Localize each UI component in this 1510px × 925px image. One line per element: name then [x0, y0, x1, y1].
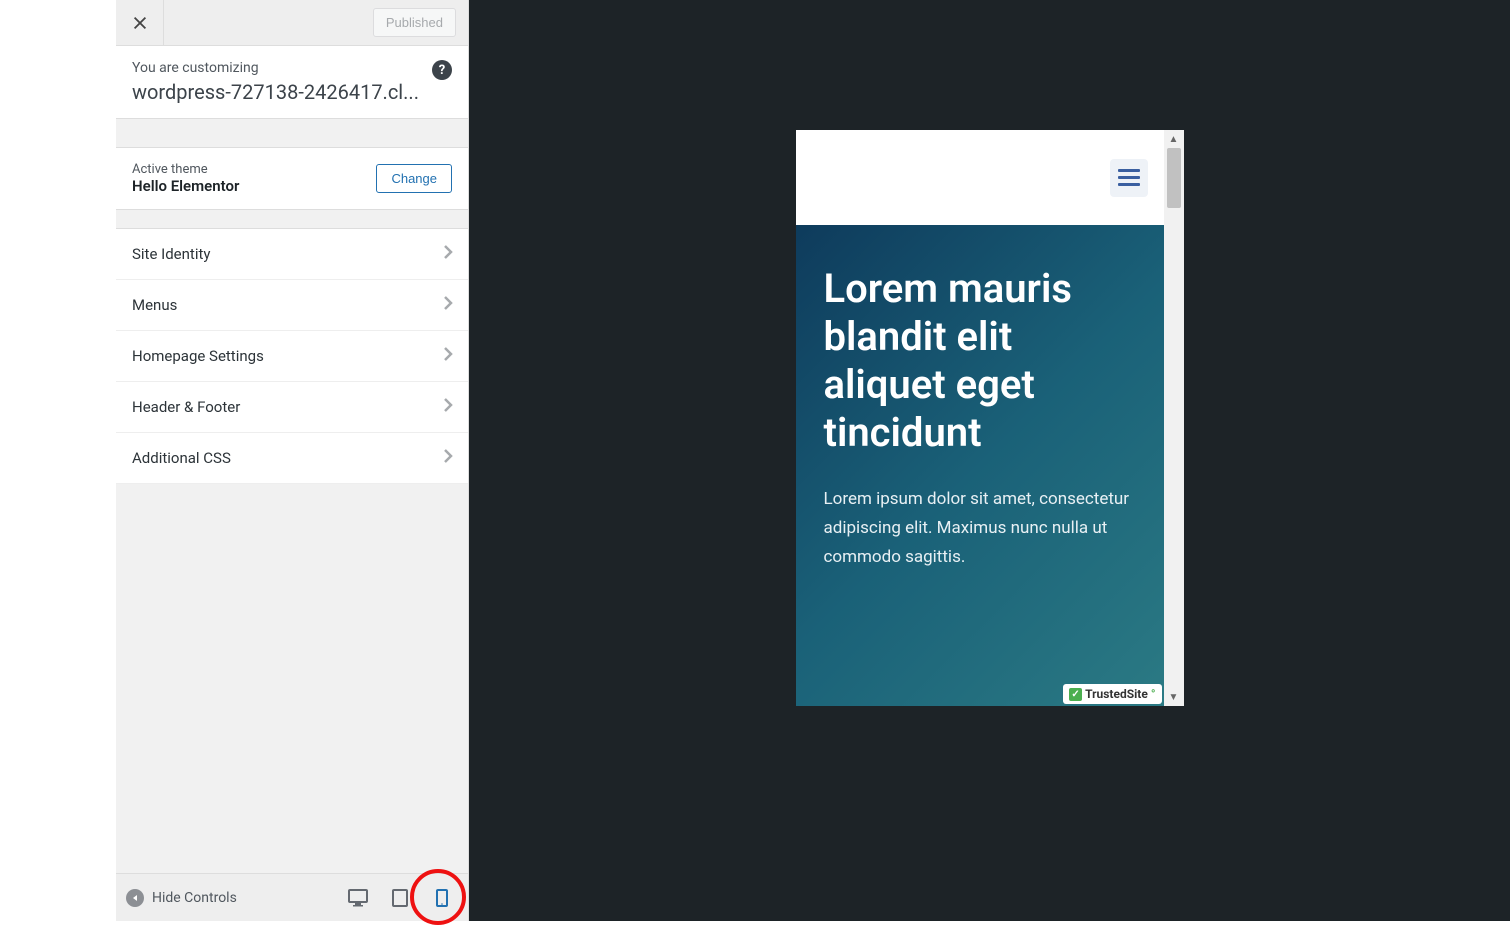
scroll-thumb[interactable]: [1167, 148, 1181, 208]
active-theme-block: Active theme Hello Elementor Change: [116, 147, 468, 210]
help-icon[interactable]: ?: [432, 60, 452, 80]
menu-label: Site Identity: [132, 245, 210, 263]
tablet-preview-button[interactable]: [384, 882, 416, 914]
menu-label: Additional CSS: [132, 449, 231, 467]
chevron-right-icon: [442, 447, 454, 469]
mobile-icon: [436, 889, 448, 907]
menu-site-identity[interactable]: Site Identity: [116, 228, 468, 280]
active-theme-label: Active theme: [132, 162, 239, 177]
theme-name: Hello Elementor: [132, 177, 239, 195]
trusted-label: TrustedSite: [1085, 687, 1148, 701]
menu-menus[interactable]: Menus: [116, 280, 468, 331]
customizer-sidebar: Published You are customizing wordpress-…: [116, 0, 469, 921]
hero-section: Lorem mauris blandit elit aliquet eget t…: [796, 225, 1164, 706]
tablet-icon: [392, 889, 408, 907]
trusted-site-badge[interactable]: ✓ TrustedSite°: [1063, 684, 1161, 704]
customizing-label: You are customizing: [132, 60, 452, 76]
scroll-up-icon[interactable]: ▲: [1164, 130, 1184, 148]
scroll-down-icon[interactable]: ▼: [1164, 688, 1184, 706]
check-icon: ✓: [1069, 688, 1082, 701]
chevron-right-icon: [442, 243, 454, 265]
chevron-right-icon: [442, 345, 454, 367]
hide-controls-label: Hide Controls: [152, 890, 237, 906]
desktop-icon: [348, 889, 368, 907]
preview-scrollbar[interactable]: ▲ ▼: [1164, 130, 1184, 706]
menu-label: Menus: [132, 296, 177, 314]
customizer-menu: Site Identity Menus Homepage Settings He…: [116, 228, 468, 484]
spacer: [116, 210, 468, 228]
mobile-preview-frame: Lorem mauris blandit elit aliquet eget t…: [796, 130, 1184, 706]
menu-label: Homepage Settings: [132, 347, 264, 365]
hamburger-line: [1118, 176, 1140, 179]
chevron-right-icon: [442, 396, 454, 418]
spacer: [116, 119, 468, 147]
hero-text: Lorem ipsum dolor sit amet, consectetur …: [824, 485, 1136, 572]
change-theme-button[interactable]: Change: [376, 164, 452, 193]
blank-margin: [0, 0, 116, 921]
menu-label: Header & Footer: [132, 398, 240, 416]
mobile-content[interactable]: Lorem mauris blandit elit aliquet eget t…: [796, 130, 1164, 706]
menu-homepage-settings[interactable]: Homepage Settings: [116, 331, 468, 382]
site-header: [796, 130, 1164, 225]
hamburger-line: [1118, 169, 1140, 172]
chevron-right-icon: [442, 294, 454, 316]
menu-header-footer[interactable]: Header & Footer: [116, 382, 468, 433]
desktop-preview-button[interactable]: [342, 882, 374, 914]
hamburger-line: [1118, 183, 1140, 186]
device-switcher: [342, 882, 458, 914]
hero-title: Lorem mauris blandit elit aliquet eget t…: [824, 265, 1136, 457]
sidebar-footer: Hide Controls: [116, 873, 468, 921]
site-url: wordpress-727138-2426417.cl...: [132, 80, 452, 104]
hide-controls-button[interactable]: Hide Controls: [126, 889, 237, 907]
customizing-info: You are customizing wordpress-727138-242…: [116, 46, 468, 119]
close-button[interactable]: [116, 0, 164, 46]
preview-area: Lorem mauris blandit elit aliquet eget t…: [469, 0, 1510, 921]
collapse-icon: [126, 889, 144, 907]
menu-additional-css[interactable]: Additional CSS: [116, 433, 468, 484]
mobile-preview-button[interactable]: [426, 882, 458, 914]
published-button[interactable]: Published: [373, 8, 456, 37]
close-icon: [131, 14, 149, 32]
hamburger-menu-button[interactable]: [1110, 159, 1148, 197]
sidebar-header: Published: [116, 0, 468, 46]
